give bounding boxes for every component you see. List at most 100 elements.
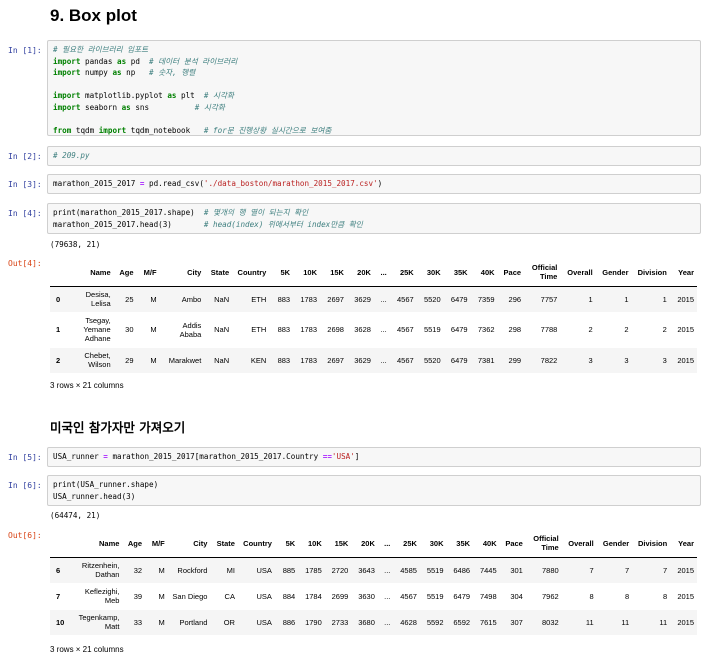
column-header: 35K <box>443 258 471 287</box>
table-row: 7 Keflezighi, Meb 39 M San Diego CA USA 884 1784… <box>50 583 697 610</box>
table-cell: 7757 <box>524 286 561 312</box>
table-cell: 8 <box>625 591 630 601</box>
table-cell: Tsegay, Yemane Adhane <box>83 316 111 343</box>
table-cell: Marakwet <box>159 347 205 373</box>
row-index: 7 <box>56 591 61 601</box>
column-header: Overall <box>560 258 596 287</box>
table-cell: 6479 <box>453 591 471 601</box>
table-row: 10 Tegenkamp, Matt 33 M Portland OR USA 886 1790… <box>50 609 697 635</box>
code-text: print(marathon_2015_2017.shape) <box>53 208 204 217</box>
table-cell: 6592 <box>446 609 474 635</box>
comment: # 시각화 <box>203 91 235 100</box>
code-cell-3[interactable]: marathon_2015_2017 = pd.read_csv('./data… <box>47 174 701 194</box>
table-cell: 298 <box>508 325 522 334</box>
column-header: City <box>167 529 211 558</box>
table-cell: 5519 <box>419 557 447 583</box>
keyword: as <box>112 68 122 77</box>
table-cell: 2 <box>588 325 593 334</box>
code-cell-5[interactable]: USA_runner = marathon_2015_2017[marathon… <box>47 447 701 467</box>
table-cell: 25 <box>113 286 137 312</box>
column-header: Gender <box>595 258 632 287</box>
table-cell: 2699 <box>331 591 349 601</box>
code-text: marathon_2015_2017.head(3) <box>53 219 204 229</box>
keyword: import <box>53 102 81 112</box>
column-header: ... <box>377 529 394 558</box>
comment: # 데이터 분석 라이브러리 <box>149 56 238 66</box>
prompt-in-6: In [6]: <box>8 481 42 490</box>
keyword: import <box>98 125 127 135</box>
table-cell: 4567 <box>397 325 414 334</box>
table-cell: 11 <box>632 609 671 635</box>
section-heading: 미국인 참가자만 가져오기 <box>50 420 186 435</box>
table-cell: 7788 <box>540 325 558 334</box>
table-cell: M <box>158 591 165 601</box>
table-cell: Rockford <box>167 557 211 583</box>
keyword: import <box>53 68 81 77</box>
table-cell: 7962 <box>542 591 559 601</box>
column-header: 10K <box>298 529 325 558</box>
table-cell: 2720 <box>324 557 352 583</box>
comment: # 필요한 라이브러리 임포트 <box>53 45 149 54</box>
column-header: 10K <box>293 258 321 287</box>
output-shape: (64474, 21) <box>50 511 101 520</box>
column-header: 40K <box>470 258 498 287</box>
table-cell: 2015 <box>669 286 697 312</box>
table-cell: 30 <box>125 325 134 334</box>
table-cell: 3643 <box>351 557 378 583</box>
code-cell-4[interactable]: print(marathon_2015_2017.shape) # 몇개의 행 … <box>47 203 701 234</box>
column-header: 25K <box>389 258 417 287</box>
column-header: Country <box>232 258 270 287</box>
table-cell: 32 <box>122 557 146 583</box>
code-text: marathon_2015_2017[marathon_2015_2017.Co… <box>107 452 323 461</box>
code-text: seaborn <box>80 102 122 112</box>
table-cell: 1 <box>631 286 670 312</box>
table-cell: 5520 <box>416 286 444 312</box>
prompt-in-3: In [3]: <box>8 180 42 189</box>
column-header: State <box>210 529 238 558</box>
table-cell: 2697 <box>320 347 347 373</box>
table-cell: 883 <box>269 286 294 312</box>
table-cell: 4567 <box>389 347 417 373</box>
table-cell: 2 <box>624 325 629 334</box>
code-cell-6[interactable]: print(USA_runner.shape) USA_runner.head(… <box>47 475 701 506</box>
code-cell-1[interactable]: # 필요한 라이브러리 임포트 import pandas as pd # 데이… <box>47 40 701 136</box>
column-header: Name <box>69 258 114 287</box>
table-cell: 2015 <box>670 557 697 583</box>
column-header: 15K <box>320 258 347 287</box>
code-cell-2[interactable]: # 209.py <box>47 146 701 166</box>
table-cell: USA <box>237 557 275 583</box>
table-cell: 3 <box>595 347 632 373</box>
table-cell: USA <box>237 609 275 635</box>
string-literal: './data_boston/marathon_2015_2017.csv' <box>203 179 378 188</box>
table-cell: NaN <box>204 286 233 312</box>
dataframe-table: Name Age M/F City State Country 5K 10K 15K 20K...… <box>50 258 697 373</box>
comment: # 숫자, 행렬 <box>149 68 196 77</box>
table-cell: 883 <box>269 347 294 373</box>
table-cell: 3680 <box>351 609 378 635</box>
row-index: 0 <box>50 286 70 312</box>
table-cell: 884 <box>282 591 296 601</box>
operator: == <box>322 452 332 461</box>
table-row: 6 Ritzenhein, Dathan 32 M Rockford MI USA 885 17… <box>50 557 697 583</box>
column-header: Overall <box>561 529 597 558</box>
keyword: as <box>117 56 127 66</box>
column-header: Year <box>670 529 697 558</box>
table-cell: ... <box>373 347 390 373</box>
table-cell: 7381 <box>470 347 498 373</box>
table-cell: 4585 <box>393 557 420 583</box>
table-cell: 3628 <box>354 325 371 334</box>
table-cell: 6486 <box>446 557 474 583</box>
table-cell: Keflezighi, Meb <box>84 587 120 605</box>
table-cell: 1790 <box>298 609 325 635</box>
column-header: 30K <box>416 258 444 287</box>
table-header-row: Name Age M/F City State Country 5K 10K 15K 20K...… <box>50 529 697 558</box>
column-header: Name <box>71 529 123 558</box>
code-text: np <box>121 68 150 77</box>
table-cell: 4567 <box>389 286 417 312</box>
table-cell: 7362 <box>477 325 495 334</box>
prompt-out-4: Out[4]: <box>8 259 42 268</box>
keyword: as <box>121 102 131 112</box>
table-cell: 3629 <box>346 347 374 373</box>
row-index: 1 <box>56 325 61 334</box>
table-cell: 5519 <box>423 325 441 334</box>
